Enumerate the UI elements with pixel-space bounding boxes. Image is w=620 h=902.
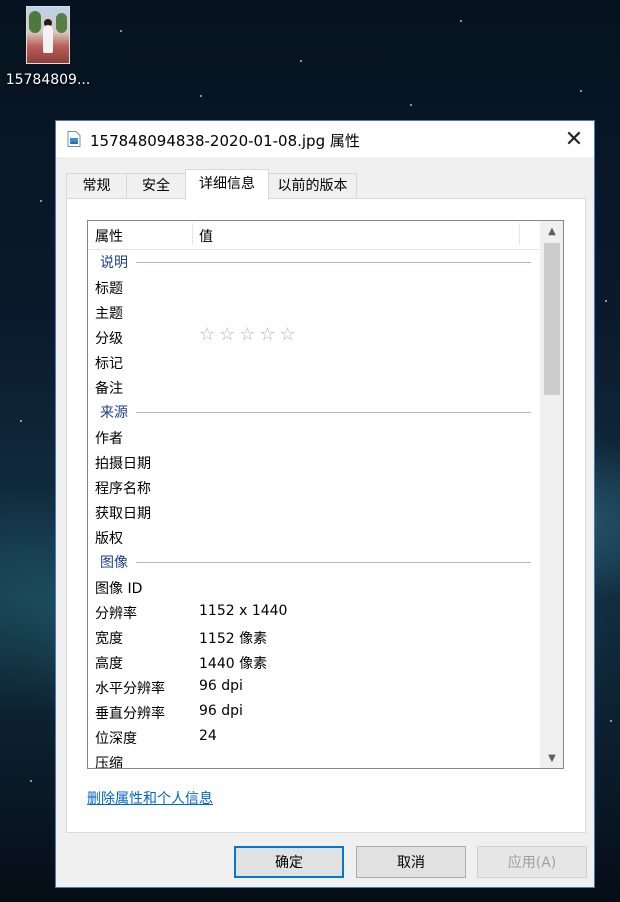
rating-stars[interactable]: ☆☆☆☆☆ [199,324,300,345]
remove-properties-link[interactable]: 删除属性和个人信息 [87,788,213,808]
column-header-property[interactable]: 属性 [95,226,123,246]
properties-dialog: 157848094838-2020-01-08.jpg 属性 ✕ 常规 安全 详… [55,120,595,888]
column-header-value[interactable]: 值 [199,226,213,246]
table-row[interactable]: 图像 ID [88,574,541,599]
group-header: 图像 [88,549,541,574]
desktop-file-icon[interactable]: 15784809... [0,4,96,88]
table-row[interactable]: 位深度 24 [88,724,541,749]
property-rows: 说明 标题 主题 分级 ☆☆☆☆☆ 标记 备注 来源 作者 拍摄日期 程序名称 获… [88,249,541,768]
table-row[interactable]: 压缩 [88,749,541,768]
list-header: 属性 值 [88,221,541,250]
table-row[interactable]: 获取日期 [88,499,541,524]
scroll-down-icon[interactable]: ▼ [541,748,563,768]
table-row[interactable]: 高度 1440 像素 [88,649,541,674]
table-row[interactable]: 程序名称 [88,474,541,499]
details-panel: 属性 值 说明 标题 主题 分级☆☆☆☆☆ 标记 备注 来源 作者 拍摄日期 [66,198,586,833]
vertical-scrollbar[interactable]: ▲ ▼ [540,221,563,768]
group-header: 来源 [88,399,541,424]
close-button[interactable]: ✕ [554,121,594,157]
table-row[interactable]: 水平分辨率 96 dpi [88,674,541,699]
scroll-up-icon[interactable]: ▲ [541,221,563,241]
cancel-button[interactable]: 取消 [356,846,466,878]
group-header: 说明 [88,249,541,274]
table-row[interactable]: 分级 ☆☆☆☆☆ [88,324,541,349]
image-file-icon [67,131,81,147]
title-bar[interactable]: 157848094838-2020-01-08.jpg 属性 ✕ [56,121,594,157]
apply-button[interactable]: 应用(A) [477,846,587,878]
scrollbar-thumb[interactable] [544,243,560,395]
table-row[interactable]: 垂直分辨率 96 dpi [88,699,541,724]
dialog-title: 157848094838-2020-01-08.jpg 属性 [90,132,360,150]
table-row[interactable]: 标题 [88,274,541,299]
table-row[interactable]: 分辨率 1152 x 1440 [88,599,541,624]
table-row[interactable]: 备注 [88,374,541,399]
desktop-file-label: 15784809... [5,72,91,88]
property-list[interactable]: 属性 值 说明 标题 主题 分级☆☆☆☆☆ 标记 备注 来源 作者 拍摄日期 [87,220,564,769]
tab-security[interactable]: 安全 [126,173,186,198]
tab-general[interactable]: 常规 [66,173,127,198]
table-row[interactable]: 主题 [88,299,541,324]
table-row[interactable]: 作者 [88,424,541,449]
table-row[interactable]: 标记 [88,349,541,374]
image-thumbnail [26,6,70,64]
table-row[interactable]: 拍摄日期 [88,449,541,474]
ok-button[interactable]: 确定 [234,846,344,878]
tab-previous-versions[interactable]: 以前的版本 [268,173,357,198]
tab-details[interactable]: 详细信息 [185,169,269,200]
table-row[interactable]: 宽度 1152 像素 [88,624,541,649]
table-row[interactable]: 版权 [88,524,541,549]
